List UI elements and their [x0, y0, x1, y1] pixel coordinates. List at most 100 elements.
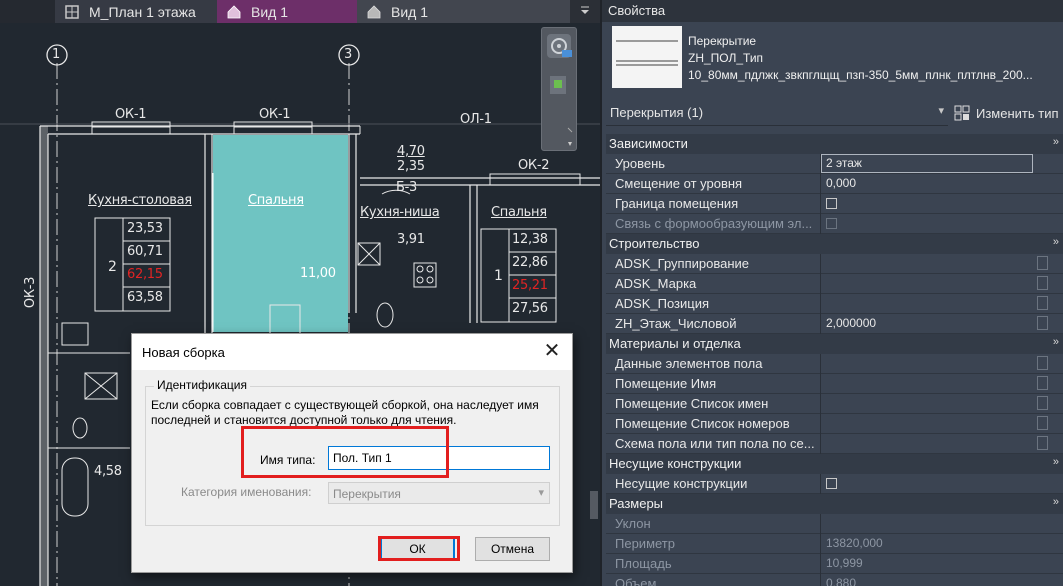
property-name: Уровень: [615, 156, 666, 171]
property-name: Периметр: [615, 536, 675, 551]
type-selector[interactable]: Перекрытие ZH_ПОЛ_Тип 10_80мм_пдлжк_звкп…: [606, 22, 1063, 94]
edit-button[interactable]: [1037, 316, 1048, 330]
property-row[interactable]: Схема пола или тип пола по се...: [606, 434, 1063, 454]
section-mark: Б-3: [396, 180, 417, 195]
collapse-icon: »: [1052, 336, 1059, 348]
property-value: 2,000000: [826, 316, 877, 330]
window-mark: ОЛ-1: [460, 112, 492, 127]
room-name: Кухня-столовая: [88, 193, 192, 208]
highlight-ok-button: [378, 536, 460, 561]
room-value: 22,86: [512, 255, 548, 270]
edit-button[interactable]: [1037, 396, 1048, 410]
grid-axis-3: 3: [344, 47, 352, 62]
select-value: Перекрытия: [333, 487, 401, 501]
instance-filter-dropdown[interactable]: Перекрытия (1) ▾: [606, 100, 948, 126]
room-value: 62,15: [127, 267, 163, 282]
close-icon[interactable]: ✕: [540, 340, 564, 364]
property-row[interactable]: Помещение Список имен: [606, 394, 1063, 414]
property-row[interactable]: Несущие конструкции: [606, 474, 1063, 494]
section-construction[interactable]: Строительство »: [606, 234, 1063, 254]
edit-button[interactable]: [1037, 436, 1048, 450]
room-area: 3,91: [397, 232, 425, 247]
property-row[interactable]: ADSK_Группирование: [606, 254, 1063, 274]
collapse-icon: »: [1052, 136, 1059, 148]
edit-type-button[interactable]: Изменить тип: [954, 100, 1059, 126]
tab-label: М_План 1 этажа: [89, 3, 196, 20]
room-value: 27,56: [512, 301, 548, 316]
filter-label: Перекрытия (1): [610, 105, 704, 120]
property-name: Помещение Список номеров: [615, 416, 790, 431]
tab-overflow-icon[interactable]: [580, 5, 590, 18]
property-value: 0,880: [826, 576, 857, 586]
property-name: Связь с формообразующим эл...: [615, 216, 813, 231]
tab-view-1-active[interactable]: Вид 1: [217, 0, 357, 23]
collapse-icon: »: [1052, 496, 1059, 508]
property-row[interactable]: ZH_Этаж_Числовой 2,000000: [606, 314, 1063, 334]
room-name: Спальня: [248, 193, 304, 208]
section-title: Размеры: [609, 496, 664, 511]
property-row: Периметр 13820,000: [606, 534, 1063, 554]
vertical-scrollbar[interactable]: [590, 491, 598, 519]
type-description: 10_80мм_пдлжк_звкпглщщ_пзп-350_5мм_плнк_…: [688, 68, 1033, 82]
checkbox: [826, 218, 837, 229]
property-value: 2 этаж: [826, 156, 862, 170]
property-row[interactable]: Уровень 2 этаж: [606, 154, 1063, 174]
checkbox[interactable]: [826, 478, 837, 489]
edit-type-label: Изменить тип: [976, 105, 1059, 121]
tab-floor-plan[interactable]: М_План 1 этажа: [55, 0, 217, 23]
properties-title: Свойства: [602, 0, 1063, 22]
tab-label: Вид 1: [391, 3, 429, 20]
section-structural[interactable]: Несущие конструкции »: [606, 454, 1063, 474]
collapse-icon: »: [1052, 236, 1059, 248]
section-materials[interactable]: Материалы и отделка »: [606, 334, 1063, 354]
property-row[interactable]: ADSK_Марка: [606, 274, 1063, 294]
property-row: Уклон: [606, 514, 1063, 534]
cancel-button[interactable]: Отмена: [475, 537, 550, 561]
property-value: 0,000: [826, 176, 857, 190]
door-dim: 4,70: [397, 144, 425, 159]
property-row[interactable]: Данные элементов пола: [606, 354, 1063, 374]
chevron-down-icon: ▾: [538, 487, 544, 499]
edit-button[interactable]: [1037, 416, 1048, 430]
section-constraints[interactable]: Зависимости »: [606, 134, 1063, 154]
collapse-icon: »: [1052, 456, 1059, 468]
tab-bar-empty: [0, 0, 55, 23]
section-title: Строительство: [609, 236, 700, 251]
window-mark: ОК-3: [23, 276, 39, 309]
property-value: 13820,000: [826, 536, 883, 550]
navigation-bar[interactable]: [541, 27, 577, 151]
checkbox[interactable]: [826, 198, 837, 209]
view-tab-bar: М_План 1 этажа Вид 1 Вид 1: [0, 0, 600, 23]
edit-button[interactable]: [1037, 276, 1048, 290]
room-number: 1: [494, 268, 503, 284]
dialog-description: Если сборка совпадает с существующей сбо…: [151, 398, 539, 427]
room-value: 60,71: [127, 244, 163, 259]
section-title: Зависимости: [609, 136, 688, 151]
naming-category-label: Категория именования:: [181, 485, 312, 499]
edit-button[interactable]: [1037, 256, 1048, 270]
property-row: Объем 0,880: [606, 574, 1063, 586]
floor-plan-icon: [65, 4, 79, 19]
property-name: Помещение Имя: [615, 376, 717, 391]
edit-button[interactable]: [1037, 376, 1048, 390]
edit-button[interactable]: [1037, 356, 1048, 370]
room-name: Кухня-ниша: [360, 205, 440, 220]
property-row[interactable]: Смещение от уровня 0,000: [606, 174, 1063, 194]
grid-axis-1: 1: [52, 47, 60, 62]
dialog-titlebar: Новая сборка ✕: [132, 334, 572, 370]
naming-category-select: Перекрытия ▾: [328, 482, 550, 504]
section-dimensions[interactable]: Размеры »: [606, 494, 1063, 514]
room-value: 23,53: [127, 221, 163, 236]
window-mark: ОК-1: [259, 107, 291, 122]
property-row[interactable]: ADSK_Позиция: [606, 294, 1063, 314]
property-name: Схема пола или тип пола по се...: [615, 436, 815, 451]
property-name: Помещение Список имен: [615, 396, 769, 411]
window-mark: ОК-2: [518, 158, 550, 173]
property-row[interactable]: Помещение Список номеров: [606, 414, 1063, 434]
tab-view-1[interactable]: Вид 1: [357, 0, 570, 23]
edit-button[interactable]: [1037, 296, 1048, 310]
section-title: Несущие конструкции: [609, 456, 742, 471]
type-family-name: Перекрытие: [688, 34, 757, 48]
property-row[interactable]: Граница помещения: [606, 194, 1063, 214]
property-row[interactable]: Помещение Имя: [606, 374, 1063, 394]
